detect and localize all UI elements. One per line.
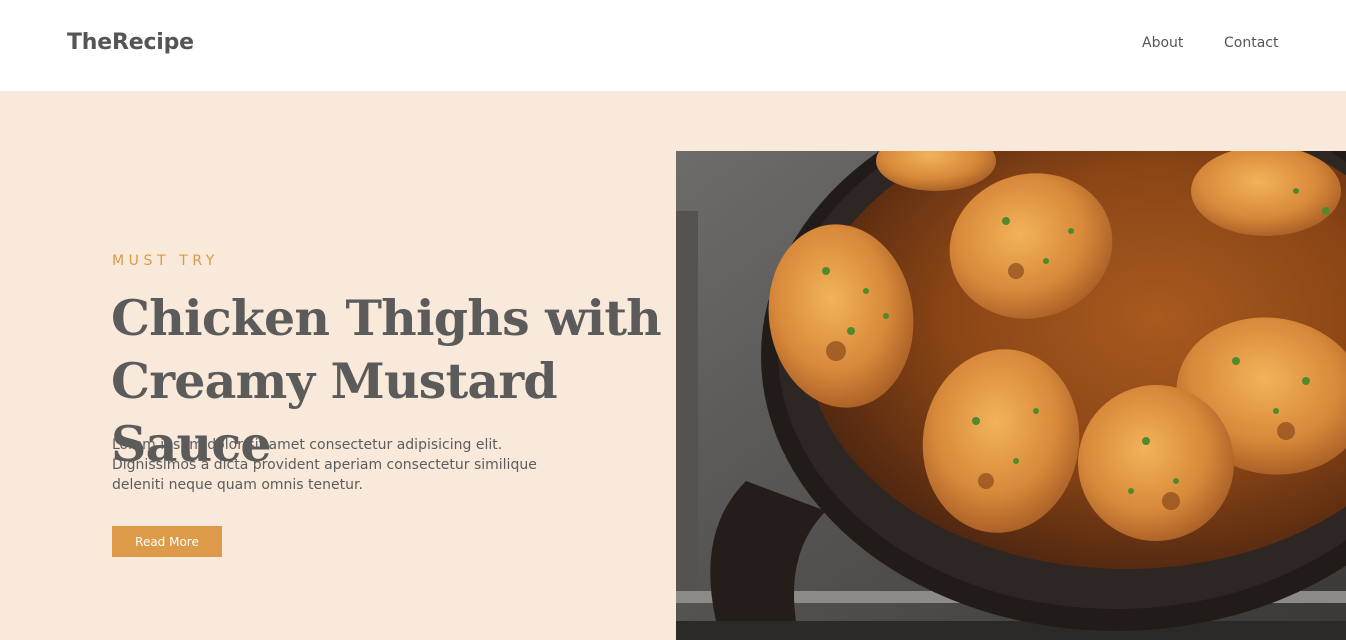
hero-description: Lorem ipsum dolor sit amet consectetur a… — [112, 435, 562, 495]
hero-eyebrow: MUST TRY — [112, 253, 219, 269]
hero-description-line-3: deleniti neque quam omnis tenetur. — [112, 477, 363, 493]
read-more-button[interactable]: Read More — [112, 526, 222, 557]
hero-title-line-1: Chicken Thighs with — [111, 289, 662, 347]
navbar: TheRecipe About Contact — [0, 0, 1346, 91]
chicken-skillet-illustration — [676, 151, 1346, 640]
hero-description-line-2: Dignissimos a dicta provident aperiam co… — [112, 457, 537, 473]
nav-link-about[interactable]: About — [1142, 35, 1183, 51]
brand-logo[interactable]: TheRecipe — [67, 30, 194, 55]
hero-section: MUST TRY Chicken Thighs with Creamy Must… — [0, 91, 1346, 640]
nav-link-contact[interactable]: Contact — [1224, 35, 1278, 51]
hero-food-image — [676, 151, 1346, 640]
hero-description-line-1: Lorem ipsum dolor sit amet consectetur a… — [112, 437, 503, 453]
